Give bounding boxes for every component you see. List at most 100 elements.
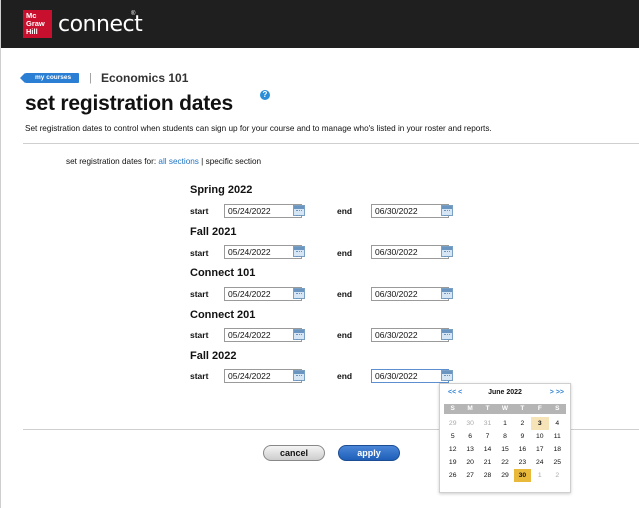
weekday-label: S	[555, 405, 560, 412]
next-month-button[interactable]: > >>	[550, 389, 564, 396]
calendar-day[interactable]: 31	[479, 417, 496, 430]
calendar-day[interactable]: 17	[531, 443, 548, 456]
calendar-icon[interactable]	[441, 288, 453, 299]
calendar-day[interactable]: 15	[496, 443, 513, 456]
connect-brand[interactable]: connect	[58, 12, 143, 37]
start-label: start	[190, 289, 209, 299]
calendar-day[interactable]: 8	[496, 430, 513, 443]
calendar-day[interactable]: 6	[461, 430, 478, 443]
datepicker: June 2022 << < > >> SMTWTFS 29 30 31 1 2 3 4 5 6…	[439, 383, 571, 493]
start-date-input[interactable]: 05/24/2022	[224, 328, 302, 342]
calendar-day[interactable]: 12	[444, 443, 461, 456]
logo-line-3: Hill	[26, 27, 38, 36]
start-label: start	[190, 371, 209, 381]
weekday-label: T	[485, 405, 490, 412]
calendar-week: 26 27 28 29 30 1 2	[444, 469, 566, 482]
weekday-label: S	[450, 405, 455, 412]
apply-button[interactable]: apply	[338, 445, 400, 461]
weekday-label: M	[467, 405, 473, 412]
mcgraw-hill-logo[interactable]: Mc Graw Hill	[23, 10, 52, 38]
end-date-input[interactable]: 06/30/2022	[371, 369, 449, 383]
calendar-week: 19 20 21 22 23 24 25	[444, 456, 566, 469]
calendar-day[interactable]: 20	[461, 456, 478, 469]
start-date-input[interactable]: 05/24/2022	[224, 245, 302, 259]
calendar-icon[interactable]	[293, 205, 305, 216]
section-title: Spring 2022	[190, 184, 253, 196]
calendar-day[interactable]: 2	[514, 417, 531, 430]
calendar-day[interactable]: 19	[444, 456, 461, 469]
specific-section-link[interactable]: specific section	[206, 157, 262, 166]
section-title: Connect 201	[190, 309, 256, 321]
calendar-day[interactable]: 18	[549, 443, 566, 456]
divider	[23, 143, 639, 144]
my-courses-button[interactable]: my courses	[19, 73, 80, 83]
calendar-day[interactable]: 14	[479, 443, 496, 456]
end-label: end	[337, 330, 353, 340]
calendar-week: 5 6 7 8 9 10 11	[444, 430, 566, 443]
scope-separator: |	[198, 157, 206, 166]
course-name: Economics 101	[101, 71, 189, 85]
start-label: start	[190, 248, 209, 258]
start-date-input[interactable]: 05/24/2022	[224, 287, 302, 301]
calendar-day[interactable]: 11	[549, 430, 566, 443]
calendar-day[interactable]: 3	[531, 417, 549, 430]
calendar-day[interactable]: 24	[531, 456, 548, 469]
registered-mark: ®	[131, 11, 136, 17]
calendar-icon[interactable]	[441, 370, 453, 381]
all-sections-link[interactable]: all sections	[158, 157, 199, 166]
prev-month-button[interactable]: << <	[448, 389, 462, 396]
calendar-day[interactable]: 9	[514, 430, 531, 443]
calendar-day[interactable]: 5	[444, 430, 461, 443]
calendar-day[interactable]: 13	[461, 443, 478, 456]
weekday-label: T	[520, 405, 525, 412]
calendar-day[interactable]: 27	[461, 469, 478, 482]
calendar-week: 29 30 31 1 2 3 4	[444, 417, 566, 430]
calendar-day[interactable]: 16	[514, 443, 531, 456]
calendar-day[interactable]: 22	[496, 456, 513, 469]
top-bar: Mc Graw Hill connect ®	[1, 0, 639, 48]
end-date-input[interactable]: 06/30/2022	[371, 245, 449, 259]
calendar-icon[interactable]	[441, 329, 453, 340]
datepicker-header: June 2022 << < > >>	[440, 388, 570, 400]
calendar-day[interactable]: 7	[479, 430, 496, 443]
calendar-icon[interactable]	[293, 329, 305, 340]
calendar-day[interactable]: 25	[549, 456, 566, 469]
breadcrumb: my courses | Economics 101	[19, 71, 189, 85]
calendar-icon[interactable]	[293, 246, 305, 257]
page-title: set registration dates	[25, 92, 233, 115]
calendar-day[interactable]: 10	[531, 430, 548, 443]
page-description: Set registration dates to control when s…	[25, 124, 492, 133]
weekday-label: F	[537, 405, 542, 412]
calendar-day[interactable]: 21	[479, 456, 496, 469]
calendar-icon[interactable]	[441, 205, 453, 216]
start-date-input[interactable]: 05/24/2022	[224, 204, 302, 218]
cancel-button[interactable]: cancel	[263, 445, 325, 461]
calendar-day[interactable]: 30	[461, 417, 478, 430]
calendar-icon[interactable]	[293, 370, 305, 381]
end-label: end	[337, 371, 353, 381]
end-date-input[interactable]: 06/30/2022	[371, 204, 449, 218]
page-frame: Mc Graw Hill connect ® my courses | Econ…	[0, 0, 639, 508]
section-title: Fall 2021	[190, 226, 237, 238]
help-icon[interactable]: ?	[260, 90, 270, 100]
start-label: start	[190, 330, 209, 340]
calendar-day[interactable]: 26	[444, 469, 461, 482]
end-date-input[interactable]: 06/30/2022	[371, 328, 449, 342]
end-date-input[interactable]: 06/30/2022	[371, 287, 449, 301]
calendar-icon[interactable]	[441, 246, 453, 257]
calendar-day[interactable]: 4	[549, 417, 566, 430]
calendar-day[interactable]: 23	[514, 456, 531, 469]
calendar-day[interactable]: 1	[531, 469, 548, 482]
start-date-input[interactable]: 05/24/2022	[224, 369, 302, 383]
end-label: end	[337, 248, 353, 258]
weekday-header: SMTWTFS	[444, 404, 566, 414]
calendar-day[interactable]: 28	[479, 469, 496, 482]
weekday-label: W	[501, 405, 509, 412]
calendar-day[interactable]: 2	[549, 469, 566, 482]
calendar-icon[interactable]	[293, 288, 305, 299]
scope-label: set registration dates for:	[66, 157, 159, 166]
calendar-day[interactable]: 29	[444, 417, 461, 430]
calendar-day[interactable]: 1	[496, 417, 513, 430]
calendar-day[interactable]: 30	[513, 469, 532, 482]
calendar-day[interactable]: 29	[496, 469, 513, 482]
